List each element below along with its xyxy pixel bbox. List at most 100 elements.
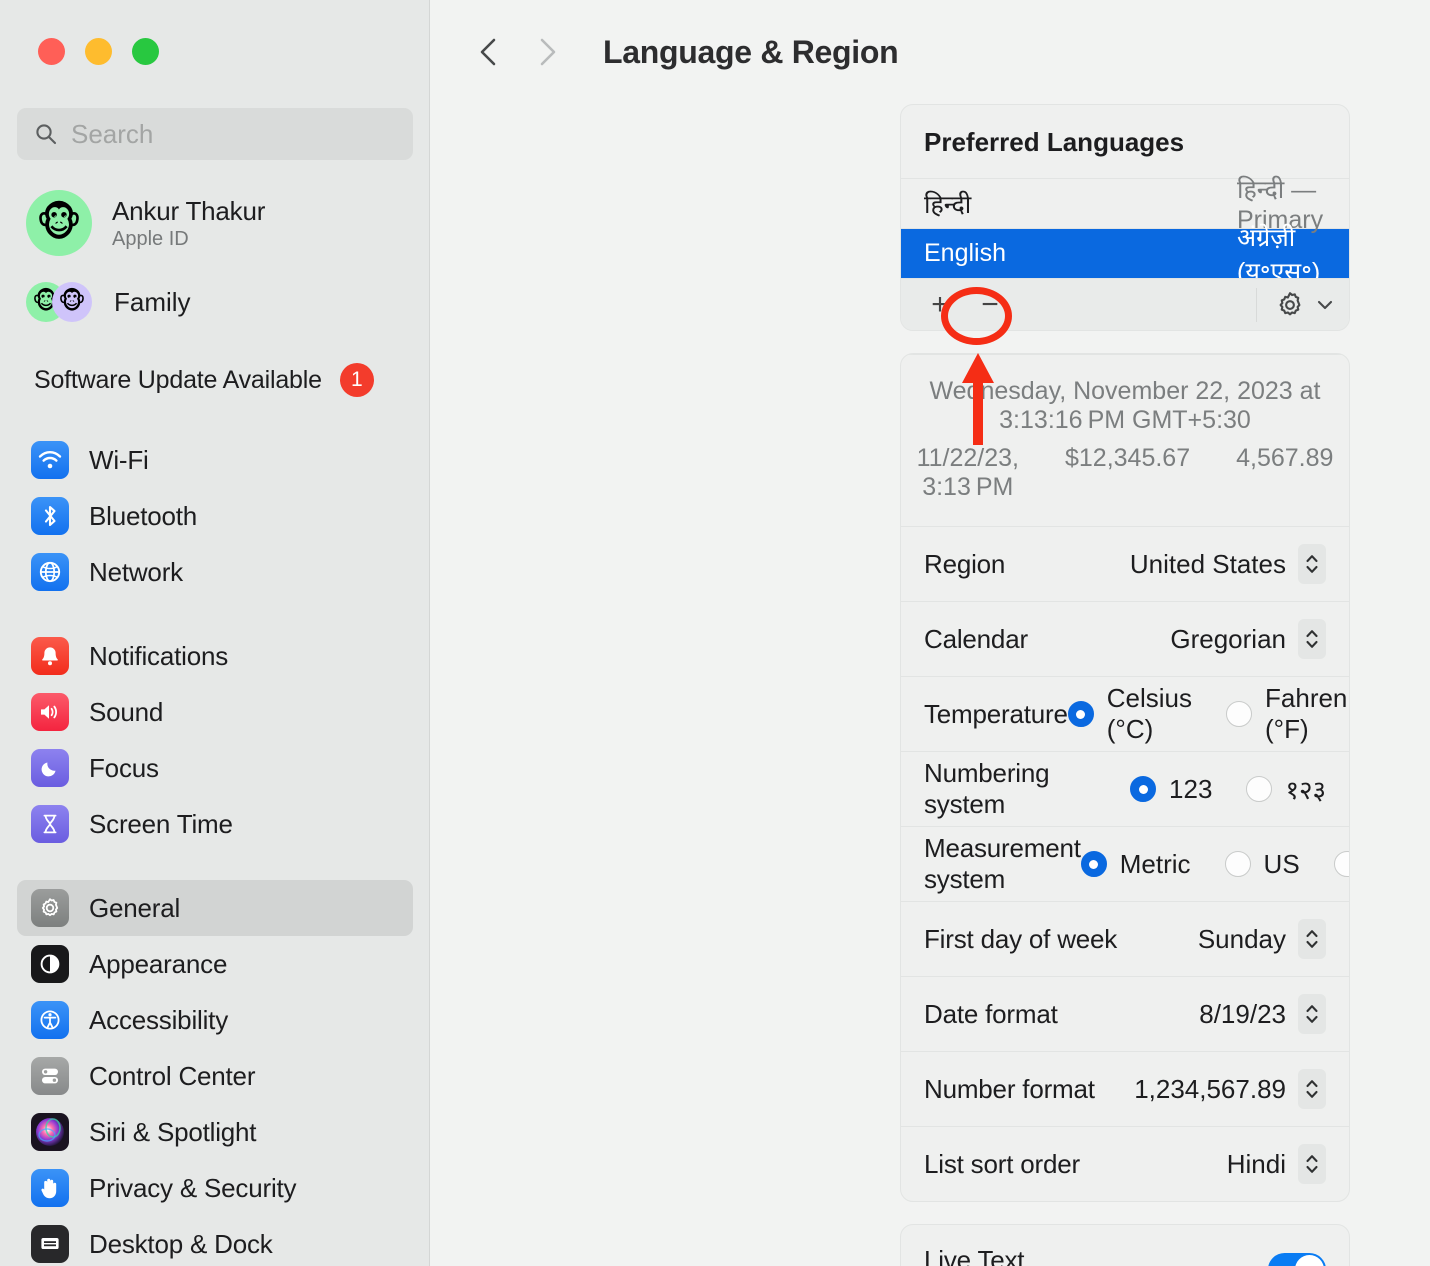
language-options-menu[interactable] — [1256, 287, 1335, 322]
maximize-window-button[interactable] — [132, 38, 159, 65]
desktop-dock-icon — [31, 1225, 69, 1263]
live-text-card: Live Text Select text in images to copy … — [900, 1224, 1350, 1266]
software-update-row[interactable]: Software Update Available 1 — [34, 363, 414, 397]
sidebar-item-general[interactable]: General — [17, 880, 413, 936]
list-sort-popup-button[interactable]: Hindi — [1227, 1144, 1326, 1184]
preferred-languages-heading: Preferred Languages — [924, 127, 1185, 157]
numbering-radio-group: 123 १२३ — [1130, 771, 1326, 807]
temperature-option-fahrenheit[interactable]: Fahrenheit (°F) — [1226, 683, 1349, 745]
appearance-icon — [31, 945, 69, 983]
radio-indicator — [1067, 701, 1094, 727]
first-day-label: First day of week — [924, 923, 1118, 954]
account-row[interactable]: 🐵 Ankur Thakur Apple ID — [26, 190, 406, 256]
stepper-chevrons-icon — [1298, 1069, 1326, 1109]
sidebar-item-label: Wi-Fi — [89, 444, 149, 475]
number-format-value: 1,234,567.89 — [1134, 1073, 1286, 1104]
hand-icon — [31, 1169, 69, 1207]
measurement-option-metric[interactable]: Metric — [1080, 848, 1191, 880]
sidebar-item-notifications[interactable]: Notifications — [17, 628, 413, 684]
region-value: United States — [1129, 548, 1286, 579]
sidebar-item-control-center[interactable]: Control Center — [17, 1048, 413, 1104]
option-label: Metric — [1119, 848, 1191, 879]
sidebar-item-sound[interactable]: Sound — [17, 684, 413, 740]
radio-indicator — [1224, 851, 1251, 877]
date-format-popup-button[interactable]: 8/19/23 — [1199, 994, 1326, 1034]
numbering-option-devanagari[interactable]: १२३ — [1246, 771, 1326, 807]
row-region: Region United States — [901, 526, 1349, 601]
calendar-popup-button[interactable]: Gregorian — [1170, 619, 1326, 659]
sidebar-item-network[interactable]: Network — [17, 544, 413, 600]
hourglass-icon — [31, 805, 69, 843]
row-list-sort-order: List sort order Hindi — [901, 1126, 1349, 1201]
main-content: Language & Region Preferred Languages हि… — [430, 0, 1430, 1266]
software-update-label: Software Update Available — [34, 365, 322, 394]
network-icon — [31, 553, 69, 591]
sidebar-item-bluetooth[interactable]: Bluetooth — [17, 488, 413, 544]
settings-cards: Preferred Languages हिन्दी हिन्दी — Prim… — [900, 104, 1390, 1266]
sidebar-item-label: Notifications — [89, 640, 229, 671]
sidebar-item-label: Sound — [89, 696, 164, 727]
sidebar-nav: Wi-Fi Bluetooth Network Notifications So… — [17, 432, 413, 1266]
add-language-button[interactable]: + — [915, 285, 965, 325]
number-format-label: Number format — [924, 1073, 1095, 1104]
stepper-chevrons-icon — [1298, 919, 1326, 959]
first-day-value: Sunday — [1197, 923, 1286, 954]
back-button[interactable] — [463, 26, 515, 78]
traffic-lights — [38, 38, 159, 65]
temperature-option-celsius[interactable]: Celsius (°C) — [1067, 683, 1192, 745]
minimize-window-button[interactable] — [85, 38, 112, 65]
radio-indicator — [1333, 851, 1349, 877]
sidebar-group-connectivity: Wi-Fi Bluetooth Network — [17, 432, 413, 600]
status-badge: 1 — [339, 363, 374, 397]
numbering-option-latin[interactable]: 123 — [1130, 774, 1212, 805]
remove-language-button[interactable]: − — [965, 285, 1015, 325]
option-label: Fahrenheit (°F) — [1265, 683, 1349, 744]
system-settings-window: 🐵 Ankur Thakur Apple ID 🐵 🐵 Family Softw… — [0, 0, 1430, 1266]
stepper-chevrons-icon — [1298, 1144, 1326, 1184]
sidebar: 🐵 Ankur Thakur Apple ID 🐵 🐵 Family Softw… — [0, 0, 430, 1266]
option-label: US — [1263, 848, 1300, 879]
sidebar-item-desktop-dock[interactable]: Desktop & Dock — [17, 1216, 413, 1266]
sidebar-item-appearance[interactable]: Appearance — [17, 936, 413, 992]
temperature-radio-group: Celsius (°C) Fahrenheit (°F) — [1067, 683, 1349, 745]
search-field[interactable] — [17, 108, 413, 160]
stepper-chevrons-icon — [1298, 994, 1326, 1034]
measurement-option-uk[interactable]: UK — [1333, 849, 1349, 880]
search-input[interactable] — [71, 118, 395, 150]
sidebar-item-siri-spotlight[interactable]: Siri & Spotlight — [17, 1104, 413, 1160]
sidebar-item-privacy-security[interactable]: Privacy & Security — [17, 1160, 413, 1216]
family-label: Family — [114, 286, 191, 317]
measurement-option-us[interactable]: US — [1224, 848, 1300, 880]
close-window-button[interactable] — [38, 38, 65, 65]
date-format-value: 8/19/23 — [1199, 998, 1286, 1029]
moon-icon — [31, 749, 69, 787]
family-avatar-two: 🐵 — [52, 282, 92, 322]
language-row-english[interactable]: English अंग्रेज़ी (यू॰एस॰) — [901, 224, 1349, 286]
radio-indicator — [1130, 776, 1157, 802]
sidebar-item-family[interactable]: 🐵 🐵 Family — [26, 278, 406, 326]
sidebar-item-label: Bluetooth — [89, 500, 198, 531]
measurement-radio-group: Metric US UK — [1080, 848, 1349, 880]
radio-indicator — [1226, 701, 1253, 727]
sidebar-item-screen-time[interactable]: Screen Time — [17, 796, 413, 852]
first-day-popup-button[interactable]: Sunday — [1198, 919, 1326, 959]
forward-button[interactable] — [521, 26, 573, 78]
sidebar-item-accessibility[interactable]: Accessibility — [17, 992, 413, 1048]
sidebar-item-label: General — [89, 892, 181, 923]
search-icon — [35, 123, 57, 145]
date-format-label: Date format — [924, 998, 1058, 1029]
format-preview: Wednesday, November 22, 2023 at 3:13:16 … — [901, 354, 1349, 526]
siri-icon — [31, 1113, 69, 1151]
calendar-value: Gregorian — [1170, 623, 1286, 654]
sidebar-item-focus[interactable]: Focus — [17, 740, 413, 796]
sidebar-item-label: Desktop & Dock — [89, 1228, 273, 1259]
sidebar-item-wi-fi[interactable]: Wi-Fi — [17, 432, 413, 488]
sidebar-item-label: Accessibility — [89, 1004, 228, 1035]
calendar-label: Calendar — [924, 623, 1028, 654]
row-calendar: Calendar Gregorian — [901, 601, 1349, 676]
number-format-popup-button[interactable]: 1,234,567.89 — [1134, 1069, 1326, 1109]
live-text-toggle[interactable] — [1268, 1253, 1326, 1266]
accessibility-icon — [31, 1001, 69, 1039]
region-popup-button[interactable]: United States — [1130, 544, 1326, 584]
titlebar: Language & Region — [430, 0, 1430, 104]
